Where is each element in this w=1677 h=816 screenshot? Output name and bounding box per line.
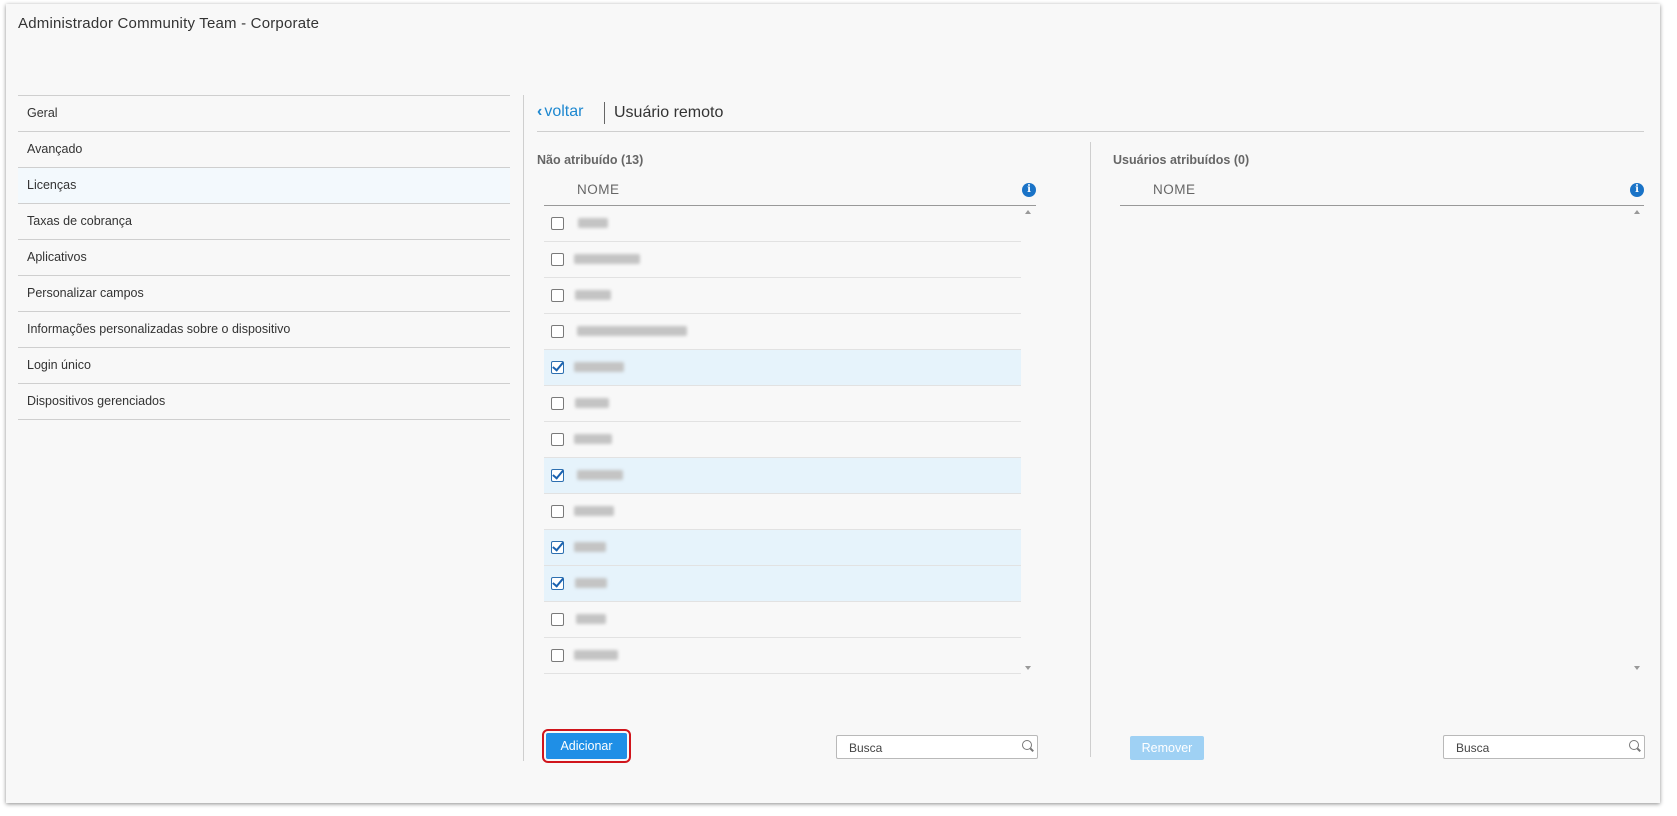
scroll-up-icon[interactable] xyxy=(1634,210,1640,214)
unassigned-scrollbar[interactable] xyxy=(1021,206,1035,674)
sidebar-item-licencas[interactable]: Licenças xyxy=(18,168,510,204)
row-checkbox[interactable] xyxy=(551,325,564,338)
search-icon[interactable] xyxy=(1022,740,1032,750)
column-name-header[interactable]: NOME xyxy=(1153,182,1196,197)
redacted-name xyxy=(575,398,609,408)
table-row[interactable] xyxy=(544,314,1021,350)
sidebar-item-avancado[interactable]: Avançado xyxy=(18,132,510,168)
sidebar-item-informacoes-dispositivo[interactable]: Informações personalizadas sobre o dispo… xyxy=(18,312,510,348)
unassigned-list xyxy=(544,206,1021,674)
unassigned-search-input[interactable] xyxy=(847,739,1011,757)
sidebar-item-personalizar-campos[interactable]: Personalizar campos xyxy=(18,276,510,312)
table-row[interactable] xyxy=(544,602,1021,638)
row-checkbox[interactable] xyxy=(551,397,564,410)
row-checkbox[interactable] xyxy=(551,289,564,302)
redacted-name xyxy=(575,290,611,300)
unassigned-column-header: NOME i xyxy=(544,175,1036,206)
table-row[interactable] xyxy=(544,350,1021,386)
sidebar-item-aplicativos[interactable]: Aplicativos xyxy=(18,240,510,276)
window-title: Administrador Community Team - Corporate xyxy=(18,15,320,32)
assigned-title: Usuários atribuídos (0) xyxy=(1113,153,1250,167)
unassigned-search xyxy=(836,735,1038,759)
search-icon[interactable] xyxy=(1629,740,1639,750)
redacted-name xyxy=(574,650,618,660)
redacted-name xyxy=(576,614,606,624)
table-row[interactable] xyxy=(544,494,1021,530)
sidebar-item-taxas-de-cobranca[interactable]: Taxas de cobrança xyxy=(18,204,510,240)
main-divider xyxy=(523,95,524,761)
sidebar-item-login-unico[interactable]: Login único xyxy=(18,348,510,384)
unassigned-rows xyxy=(544,206,1021,674)
settings-sidebar: Geral Avançado Licenças Taxas de cobranç… xyxy=(18,95,510,420)
table-row[interactable] xyxy=(544,422,1021,458)
redacted-name xyxy=(574,434,612,444)
scroll-up-icon[interactable] xyxy=(1025,210,1031,214)
redacted-name xyxy=(578,218,608,228)
row-checkbox[interactable] xyxy=(551,469,564,482)
assigned-scrollbar[interactable] xyxy=(1630,206,1644,674)
page-header: ‹ voltar Usuário remoto xyxy=(537,96,1644,132)
redacted-name xyxy=(574,254,640,264)
remove-button[interactable]: Remover xyxy=(1130,736,1204,760)
row-checkbox[interactable] xyxy=(551,253,564,266)
scroll-down-icon[interactable] xyxy=(1634,666,1640,670)
table-row[interactable] xyxy=(544,206,1021,242)
app-window: Administrador Community Team - Corporate… xyxy=(6,4,1660,803)
row-checkbox[interactable] xyxy=(551,613,564,626)
table-row[interactable] xyxy=(544,458,1021,494)
row-checkbox[interactable] xyxy=(551,361,564,374)
add-button[interactable]: Adicionar xyxy=(542,729,631,763)
redacted-name xyxy=(577,470,623,480)
row-checkbox[interactable] xyxy=(551,505,564,518)
table-row[interactable] xyxy=(544,242,1021,278)
table-row[interactable] xyxy=(544,278,1021,314)
header-separator xyxy=(604,102,605,124)
redacted-name xyxy=(575,578,607,588)
column-name-header[interactable]: NOME xyxy=(577,182,620,197)
sidebar-item-dispositivos-gerenciados[interactable]: Dispositivos gerenciados xyxy=(18,384,510,420)
redacted-name xyxy=(574,506,614,516)
row-checkbox[interactable] xyxy=(551,433,564,446)
info-icon[interactable]: i xyxy=(1022,183,1036,197)
sidebar-item-geral[interactable]: Geral xyxy=(18,96,510,132)
assigned-search xyxy=(1443,735,1645,759)
redacted-name xyxy=(574,542,606,552)
chevron-left-icon: ‹ xyxy=(537,103,543,120)
redacted-name xyxy=(577,326,687,336)
back-link[interactable]: ‹ voltar xyxy=(537,103,583,121)
table-row[interactable] xyxy=(544,530,1021,566)
info-icon[interactable]: i xyxy=(1630,183,1644,197)
panel-divider xyxy=(1090,142,1091,757)
row-checkbox[interactable] xyxy=(551,577,564,590)
scroll-down-icon[interactable] xyxy=(1025,666,1031,670)
row-checkbox[interactable] xyxy=(551,649,564,662)
redacted-name xyxy=(574,362,624,372)
table-row[interactable] xyxy=(544,638,1021,674)
table-row[interactable] xyxy=(544,386,1021,422)
row-checkbox[interactable] xyxy=(551,217,564,230)
unassigned-title: Não atribuído (13) xyxy=(537,153,644,167)
row-checkbox[interactable] xyxy=(551,541,564,554)
assigned-column-header: NOME i xyxy=(1120,175,1644,206)
page-title: Usuário remoto xyxy=(614,104,724,121)
assigned-search-input[interactable] xyxy=(1454,739,1618,757)
back-link-label: voltar xyxy=(544,103,584,120)
table-row[interactable] xyxy=(544,566,1021,602)
